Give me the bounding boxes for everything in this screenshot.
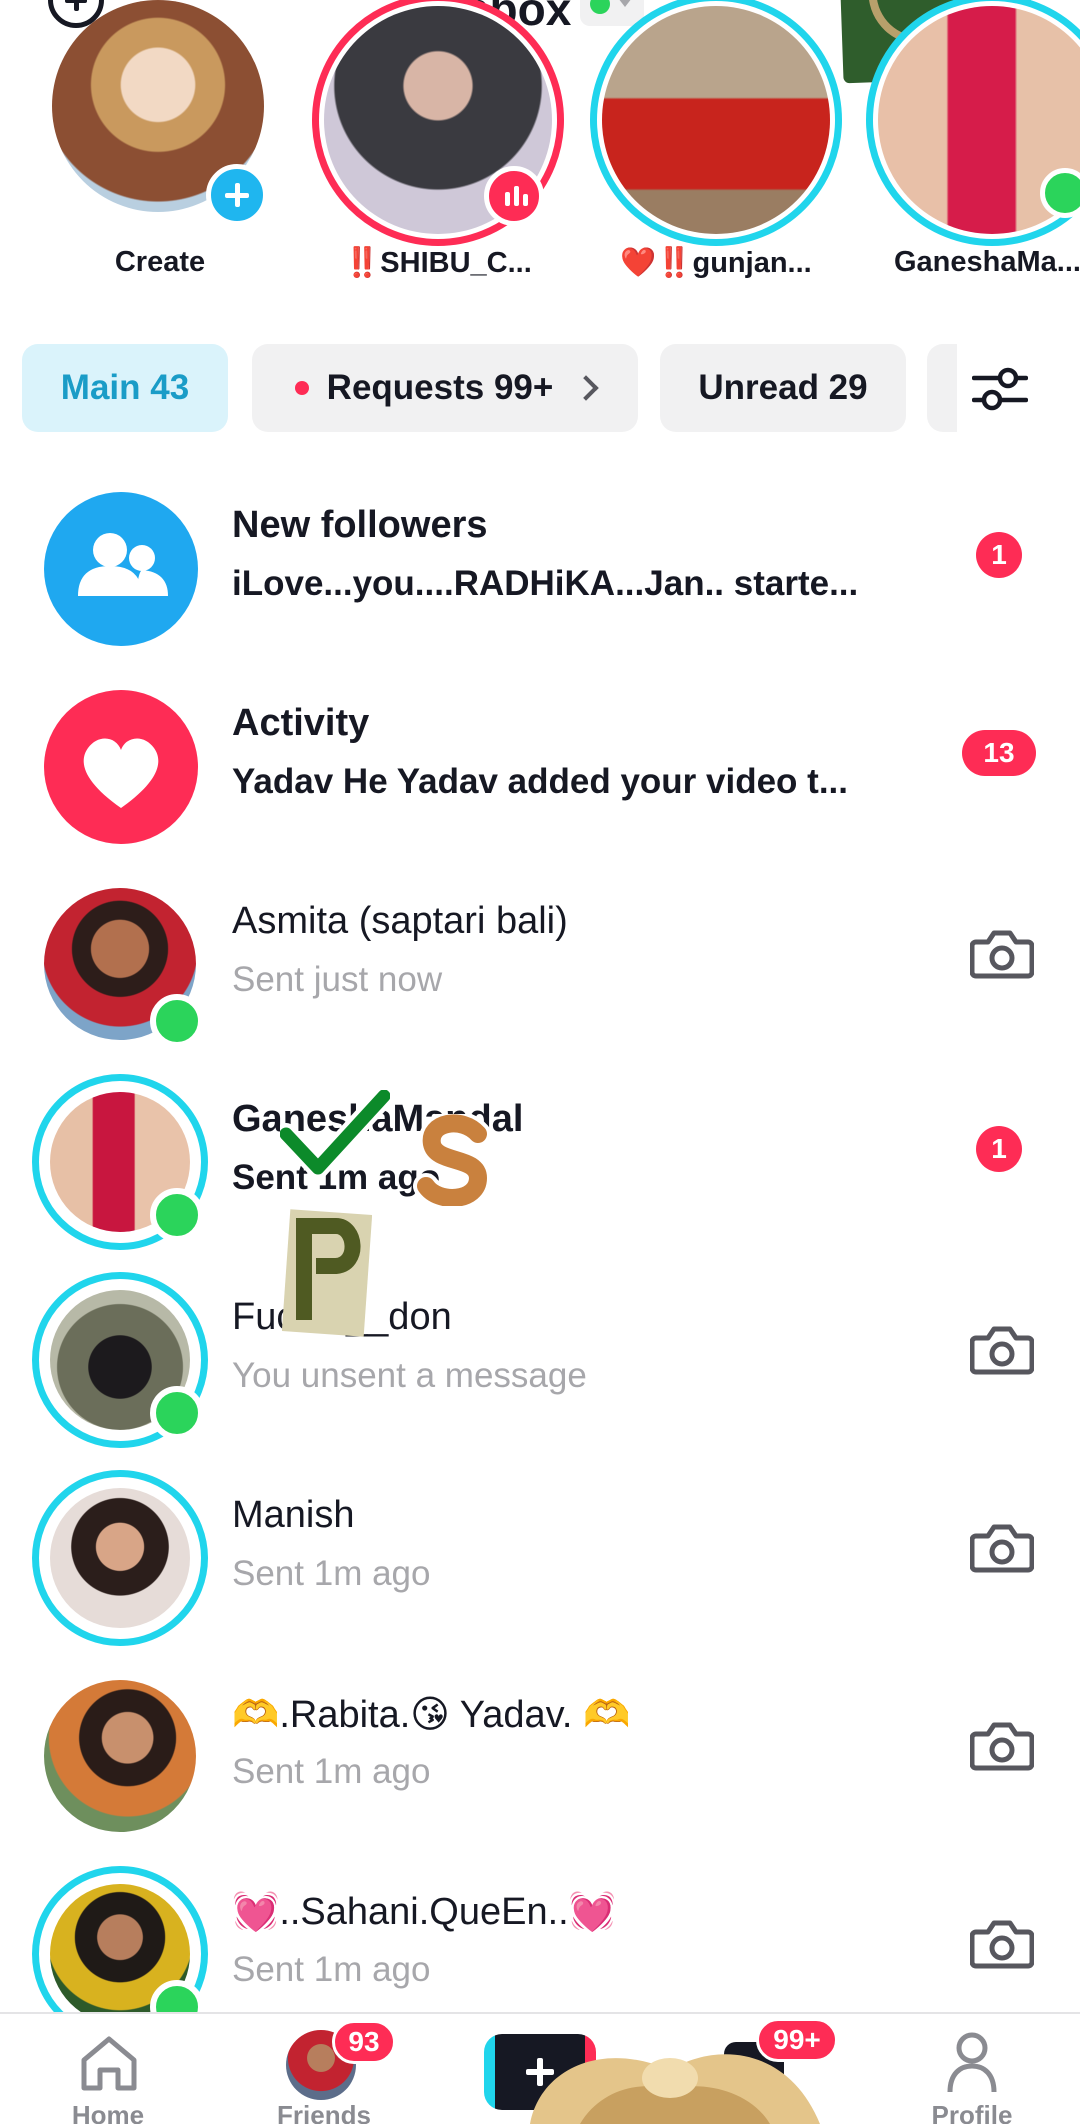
conversation-preview: Yadav He Yadav added your video t...: [232, 762, 848, 801]
list-item-conversation[interactable]: 💓..Sahani.QueEn..💓 Sent 1m ago: [0, 1842, 1080, 2042]
avatar-photo: [50, 1488, 190, 1628]
home-icon: [81, 2036, 137, 2091]
story-item[interactable]: ❤️‼️gunjan...: [590, 0, 842, 300]
list-item-conversation[interactable]: GaneshaMandal Sent 1m ago 1: [0, 1050, 1080, 1250]
checkmark-sticker-icon: [280, 1090, 390, 1179]
tab-unread[interactable]: Unread 29: [660, 344, 906, 432]
online-status-dot: [150, 1386, 204, 1440]
filter-sliders-icon[interactable]: [972, 364, 1028, 414]
story-photo: [602, 6, 830, 234]
heart-icon: [44, 690, 198, 844]
nav-friends-label: Friends: [277, 2100, 371, 2124]
story-item[interactable]: ‼️SHIBU_C...: [312, 0, 564, 300]
conversation-name: 💓..Sahani.QueEn..💓: [232, 1891, 617, 1933]
tab-partial[interactable]: [927, 344, 957, 432]
online-status-dot: [590, 0, 610, 14]
conversation-name: Activity: [232, 702, 370, 744]
unread-dot-icon: [294, 381, 309, 395]
avatar: [32, 1272, 208, 1448]
online-status-dot: [150, 994, 204, 1048]
nav-home[interactable]: Home: [18, 2014, 198, 2124]
camera-icon[interactable]: [970, 1322, 1034, 1376]
inbox-filter-tabs: Main 43 Requests 99+ Unread 29: [22, 344, 1080, 434]
list-item-conversation[interactable]: 🫶.Rabita.😘 Yadav. 🫶 Sent 1m ago: [0, 1644, 1080, 1842]
list-item-activity[interactable]: Activity Yadav He Yadav added your video…: [0, 654, 1080, 852]
conversation-preview: You unsent a message: [232, 1356, 587, 1395]
story-label: GaneshaMa...: [894, 246, 1080, 278]
nav-friends[interactable]: 93 Friends: [234, 2014, 414, 2124]
conversation-name: Asmita (saptari bali): [232, 900, 568, 942]
conversation-preview: Sent 1m ago: [232, 1950, 431, 1989]
unread-count-badge: 1: [976, 532, 1022, 578]
nav-profile[interactable]: Profile: [882, 2014, 1062, 2124]
live-icon: [484, 166, 544, 226]
tab-requests-label: Requests 99+: [326, 368, 554, 407]
profile-icon: [947, 2032, 997, 2093]
avatar: [32, 876, 208, 1052]
camera-icon[interactable]: [970, 1916, 1034, 1970]
unread-count-badge: 1: [976, 1126, 1022, 1172]
tab-main[interactable]: Main 43: [22, 344, 228, 432]
nav-home-label: Home: [71, 2100, 145, 2124]
list-item-conversation[interactable]: Asmita (saptari bali) Sent just now: [0, 852, 1080, 1050]
conversation-name: Manish: [232, 1494, 355, 1536]
list-item-conversation[interactable]: Manish Sent 1m ago: [0, 1446, 1080, 1646]
list-item-new-followers[interactable]: New followers iLove...you....RADHiKA...J…: [0, 456, 1080, 654]
plus-icon[interactable]: [206, 164, 268, 226]
avatar: [32, 480, 208, 656]
avatar: [32, 1074, 208, 1250]
story-label: Create: [114, 246, 206, 278]
friends-count-badge: 93: [332, 2020, 396, 2064]
avatar: [32, 1470, 208, 1646]
followers-icon: [44, 492, 198, 646]
story-item[interactable]: GaneshaMa...: [866, 0, 1080, 300]
avatar-photo: [44, 1680, 196, 1832]
conversation-name: 🫶.Rabita.😘 Yadav. 🫶: [232, 1694, 631, 1736]
conversation-preview: iLove...you....RADHiKA...Jan.. starte...: [232, 564, 859, 603]
nav-profile-label: Profile: [931, 2100, 1013, 2124]
camera-icon[interactable]: [970, 1718, 1034, 1772]
conversation-preview: Sent 1m ago: [232, 1554, 431, 1593]
tab-main-label: Main 43: [60, 368, 190, 407]
camera-icon[interactable]: [970, 1520, 1034, 1574]
stories-row: Create ‼️SHIBU_C... ❤️‼️gunjan... Ganesh…: [0, 0, 1080, 300]
avatar: [32, 1668, 208, 1844]
conversation-name: New followers: [232, 504, 488, 546]
story-label: ‼️SHIBU_C...: [344, 247, 532, 279]
status-toggle[interactable]: [580, 0, 644, 26]
unread-count-badge: 13: [962, 730, 1036, 776]
list-item-conversation[interactable]: Fucke __don You unsent a message: [0, 1248, 1080, 1448]
tab-unread-label: Unread 29: [698, 368, 868, 407]
avatar: [32, 678, 208, 854]
tab-requests[interactable]: Requests 99+: [252, 344, 638, 432]
conversation-preview: Sent just now: [232, 960, 443, 999]
letter-p-sticker-icon: [282, 1209, 372, 1337]
story-label: ❤️‼️gunjan...: [620, 247, 812, 279]
chevron-right-icon: [573, 375, 600, 401]
camera-icon[interactable]: [970, 926, 1034, 980]
online-status-dot: [150, 1188, 204, 1242]
story-create[interactable]: Create: [40, 0, 280, 300]
letter-s-sticker-icon: [413, 1114, 492, 1206]
chevron-down-icon: [618, 0, 632, 7]
gold-ribbon-sticker-icon: [530, 2054, 820, 2124]
conversation-preview: Sent 1m ago: [232, 1752, 431, 1791]
